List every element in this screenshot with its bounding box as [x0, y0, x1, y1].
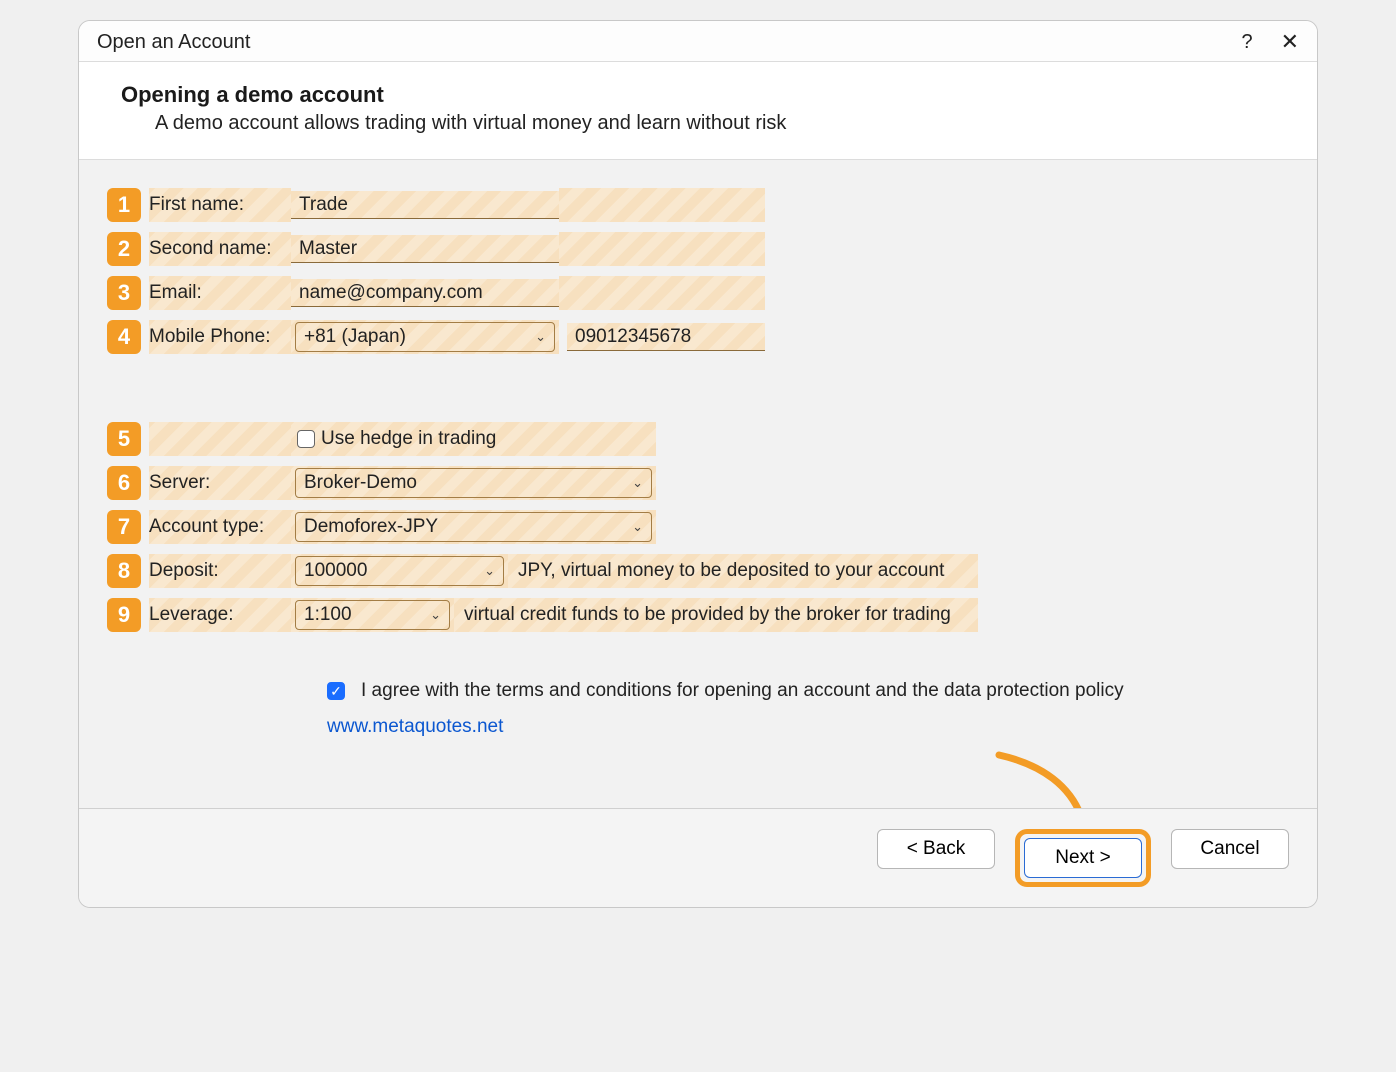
leverage-label: Leverage: — [149, 598, 291, 632]
row-deposit: 8 Deposit: 100000 ⌄ JPY, virtual money t… — [107, 554, 1289, 588]
phone-number-input[interactable]: 09012345678 — [567, 323, 765, 351]
row-second-name: 2 Second name: Master — [107, 232, 1289, 266]
titlebar-controls: ? ✕ — [1241, 29, 1299, 55]
step-badge-8: 8 — [107, 554, 141, 588]
row-phone: 4 Mobile Phone: +81 (Japan) ⌄ 0901234567… — [107, 320, 1289, 354]
step-badge-1: 1 — [107, 188, 141, 222]
agree-row: ✓ I agree with the terms and conditions … — [327, 680, 1289, 702]
cancel-button-label: Cancel — [1200, 838, 1259, 860]
row-first-name: 1 First name: Trade — [107, 188, 1289, 222]
phone-number-value: 09012345678 — [575, 326, 691, 348]
row-stripe-fill — [559, 232, 765, 266]
help-icon[interactable]: ? — [1241, 31, 1252, 54]
hedge-checkbox[interactable] — [297, 430, 315, 448]
agree-checkbox[interactable]: ✓ — [327, 682, 345, 700]
first-name-label: First name: — [149, 188, 291, 222]
hedge-label: Use hedge in trading — [321, 428, 496, 450]
chevron-down-icon: ⌄ — [535, 329, 546, 345]
window-title: Open an Account — [97, 31, 250, 54]
phone-label: Mobile Phone: — [149, 320, 291, 354]
step-badge-5: 5 — [107, 422, 141, 456]
row-account-type: 7 Account type: Demoforex-JPY ⌄ — [107, 510, 1289, 544]
next-button-highlight: Next > — [1015, 829, 1151, 887]
back-button-label: < Back — [907, 838, 966, 860]
phone-country-wrap: +81 (Japan) ⌄ — [291, 320, 559, 354]
email-value: name@company.com — [299, 282, 483, 304]
account-type-select[interactable]: Demoforex-JPY ⌄ — [295, 512, 652, 542]
leverage-select[interactable]: 1:100 ⌄ — [295, 600, 450, 630]
step-badge-9: 9 — [107, 598, 141, 632]
deposit-hint: JPY, virtual money to be deposited to yo… — [508, 554, 978, 588]
hedge-label-pad — [149, 422, 291, 456]
step-badge-6: 6 — [107, 466, 141, 500]
account-type-select-wrap: Demoforex-JPY ⌄ — [291, 510, 656, 544]
deposit-select[interactable]: 100000 ⌄ — [295, 556, 504, 586]
step-badge-2: 2 — [107, 232, 141, 266]
row-email: 3 Email: name@company.com — [107, 276, 1289, 310]
wizard-subtitle: A demo account allows trading with virtu… — [155, 112, 1275, 135]
account-type-label: Account type: — [149, 510, 291, 544]
row-hedge: 5 Use hedge in trading — [107, 422, 1289, 456]
server-value: Broker-Demo — [304, 472, 417, 494]
chevron-down-icon: ⌄ — [632, 475, 643, 491]
chevron-down-icon: ⌄ — [484, 563, 495, 579]
chevron-down-icon: ⌄ — [430, 607, 441, 623]
leverage-select-wrap: 1:100 ⌄ — [291, 598, 454, 632]
phone-country-value: +81 (Japan) — [304, 326, 406, 348]
agree-block: ✓ I agree with the terms and conditions … — [327, 680, 1289, 738]
email-label: Email: — [149, 276, 291, 310]
step-badge-4: 4 — [107, 320, 141, 354]
cancel-button[interactable]: Cancel — [1171, 829, 1289, 869]
terms-link[interactable]: www.metaquotes.net — [327, 716, 503, 738]
wizard-footer: < Back Next > Cancel — [79, 808, 1317, 907]
wizard-title: Opening a demo account — [121, 82, 1275, 108]
agree-text: I agree with the terms and conditions fo… — [361, 680, 1124, 702]
chevron-down-icon: ⌄ — [632, 519, 643, 535]
first-name-input[interactable]: Trade — [291, 191, 559, 219]
dialog-window: Open an Account ? ✕ Opening a demo accou… — [78, 20, 1318, 908]
leverage-hint: virtual credit funds to be provided by t… — [454, 598, 978, 632]
close-icon[interactable]: ✕ — [1281, 29, 1299, 55]
deposit-value: 100000 — [304, 560, 367, 582]
email-input[interactable]: name@company.com — [291, 279, 559, 307]
wizard-header: Opening a demo account A demo account al… — [79, 61, 1317, 160]
server-label: Server: — [149, 466, 291, 500]
deposit-label: Deposit: — [149, 554, 291, 588]
phone-country-select[interactable]: +81 (Japan) ⌄ — [295, 322, 555, 352]
second-name-label: Second name: — [149, 232, 291, 266]
back-button[interactable]: < Back — [877, 829, 995, 869]
second-name-input[interactable]: Master — [291, 235, 559, 263]
second-name-value: Master — [299, 238, 357, 260]
deposit-select-wrap: 100000 ⌄ — [291, 554, 508, 588]
server-select-wrap: Broker-Demo ⌄ — [291, 466, 656, 500]
step-badge-3: 3 — [107, 276, 141, 310]
leverage-value: 1:100 — [304, 604, 352, 626]
server-select[interactable]: Broker-Demo ⌄ — [295, 468, 652, 498]
hedge-checkbox-wrap[interactable]: Use hedge in trading — [291, 422, 656, 456]
row-stripe-fill — [559, 188, 765, 222]
next-button-label: Next > — [1055, 847, 1110, 869]
row-stripe-fill — [559, 276, 765, 310]
step-badge-7: 7 — [107, 510, 141, 544]
titlebar: Open an Account ? ✕ — [79, 21, 1317, 61]
row-server: 6 Server: Broker-Demo ⌄ — [107, 466, 1289, 500]
next-button[interactable]: Next > — [1024, 838, 1142, 878]
row-leverage: 9 Leverage: 1:100 ⌄ virtual credit funds… — [107, 598, 1289, 632]
first-name-value: Trade — [299, 194, 348, 216]
form-area: 1 First name: Trade 2 Second name: Maste… — [79, 160, 1317, 808]
account-type-value: Demoforex-JPY — [304, 516, 438, 538]
